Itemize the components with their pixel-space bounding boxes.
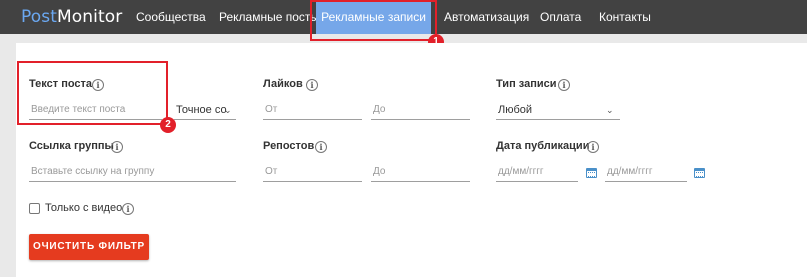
- reposts-to-input[interactable]: До: [371, 162, 470, 182]
- record-type-select[interactable]: Любой: [496, 100, 620, 120]
- video-only-label[interactable]: Только с видео: [45, 202, 122, 214]
- chevron-down-icon: ⌄: [606, 105, 614, 115]
- info-icon[interactable]: i: [111, 141, 123, 153]
- calendar-icon[interactable]: [694, 168, 705, 178]
- nav-automation[interactable]: Автоматизация: [444, 0, 529, 34]
- reposts-label: Репостов: [263, 140, 315, 152]
- video-only-checkbox[interactable]: [29, 203, 40, 214]
- record-type-label: Тип записи: [496, 78, 557, 90]
- info-icon[interactable]: i: [558, 79, 570, 91]
- logo-monitor: Monitor: [56, 7, 123, 27]
- publish-date-label: Дата публикации: [496, 140, 590, 152]
- info-icon[interactable]: i: [587, 141, 599, 153]
- callout-box-2: [17, 61, 168, 125]
- date-to-input[interactable]: дд/мм/гггг: [605, 162, 687, 182]
- date-from-input[interactable]: дд/мм/гггг: [496, 162, 578, 182]
- nav-communities[interactable]: Сообщества: [136, 0, 206, 34]
- info-icon[interactable]: i: [122, 203, 134, 215]
- info-icon[interactable]: i: [315, 141, 327, 153]
- nav-payment[interactable]: Оплата: [540, 0, 581, 34]
- callout-box-1: [310, 0, 437, 41]
- likes-label: Лайков: [263, 78, 303, 90]
- reposts-from-input[interactable]: От: [263, 162, 362, 182]
- chevron-down-icon: ⌄: [224, 105, 232, 115]
- logo[interactable]: PostMonitor: [21, 7, 122, 27]
- group-link-input[interactable]: Вставьте ссылку на группу: [29, 162, 236, 182]
- logo-post: Post: [21, 7, 57, 27]
- likes-to-input[interactable]: До: [371, 100, 470, 120]
- group-link-label: Ссылка группы: [29, 140, 114, 152]
- nav-contacts[interactable]: Контакты: [599, 0, 651, 34]
- nav-ad-posts[interactable]: Рекламные посты: [219, 0, 319, 34]
- info-icon[interactable]: i: [306, 79, 318, 91]
- calendar-icon[interactable]: [586, 168, 597, 178]
- clear-filter-button[interactable]: ОЧИСТИТЬ ФИЛЬТР: [29, 234, 149, 260]
- callout-badge-2: 2: [160, 117, 176, 133]
- likes-from-input[interactable]: От: [263, 100, 362, 120]
